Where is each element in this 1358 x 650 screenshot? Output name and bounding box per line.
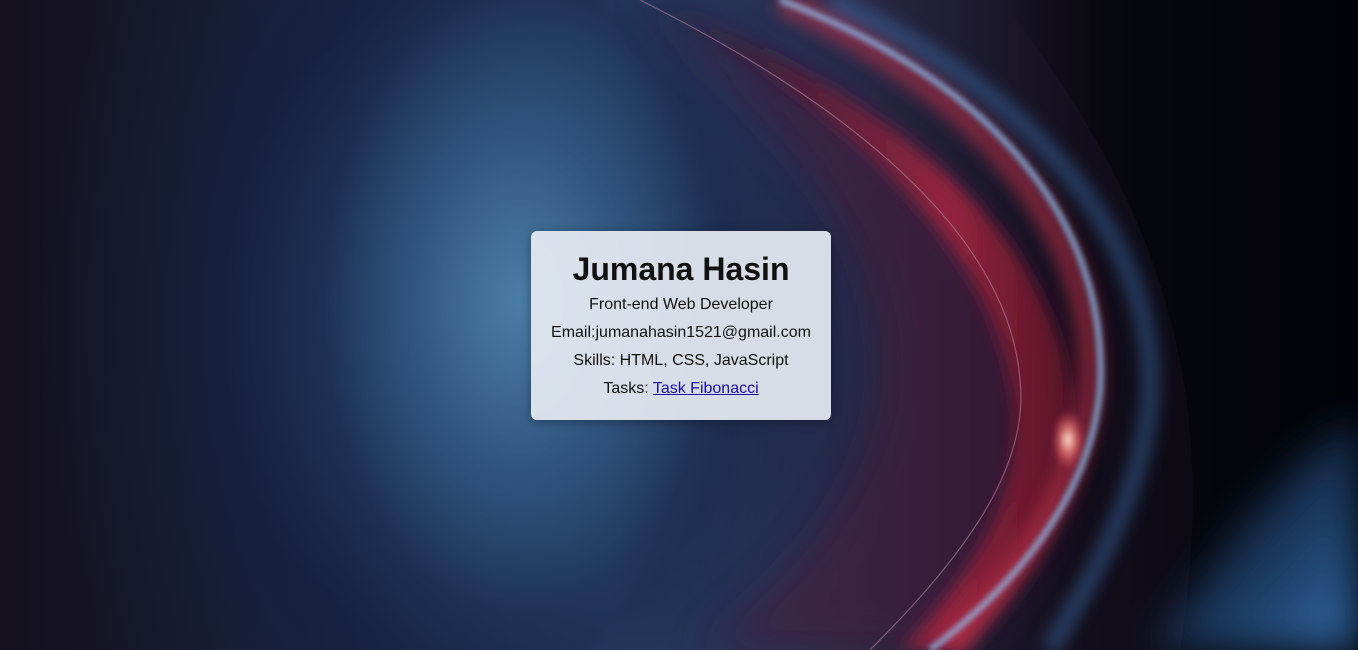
profile-skills: Skills: HTML, CSS, JavaScript [573,352,789,369]
profile-name-heading: Jumana Hasin [572,251,790,287]
profile-email: Email:jumanahasin1521@gmail.com [551,324,811,341]
tasks-label: Tasks: [603,380,653,397]
profile-card: Jumana Hasin Front-end Web Developer Ema… [531,231,831,420]
profile-role: Front-end Web Developer [589,296,773,313]
profile-tasks: Tasks: Task Fibonacci [531,375,831,403]
task-fibonacci-link[interactable]: Task Fibonacci [653,380,759,397]
